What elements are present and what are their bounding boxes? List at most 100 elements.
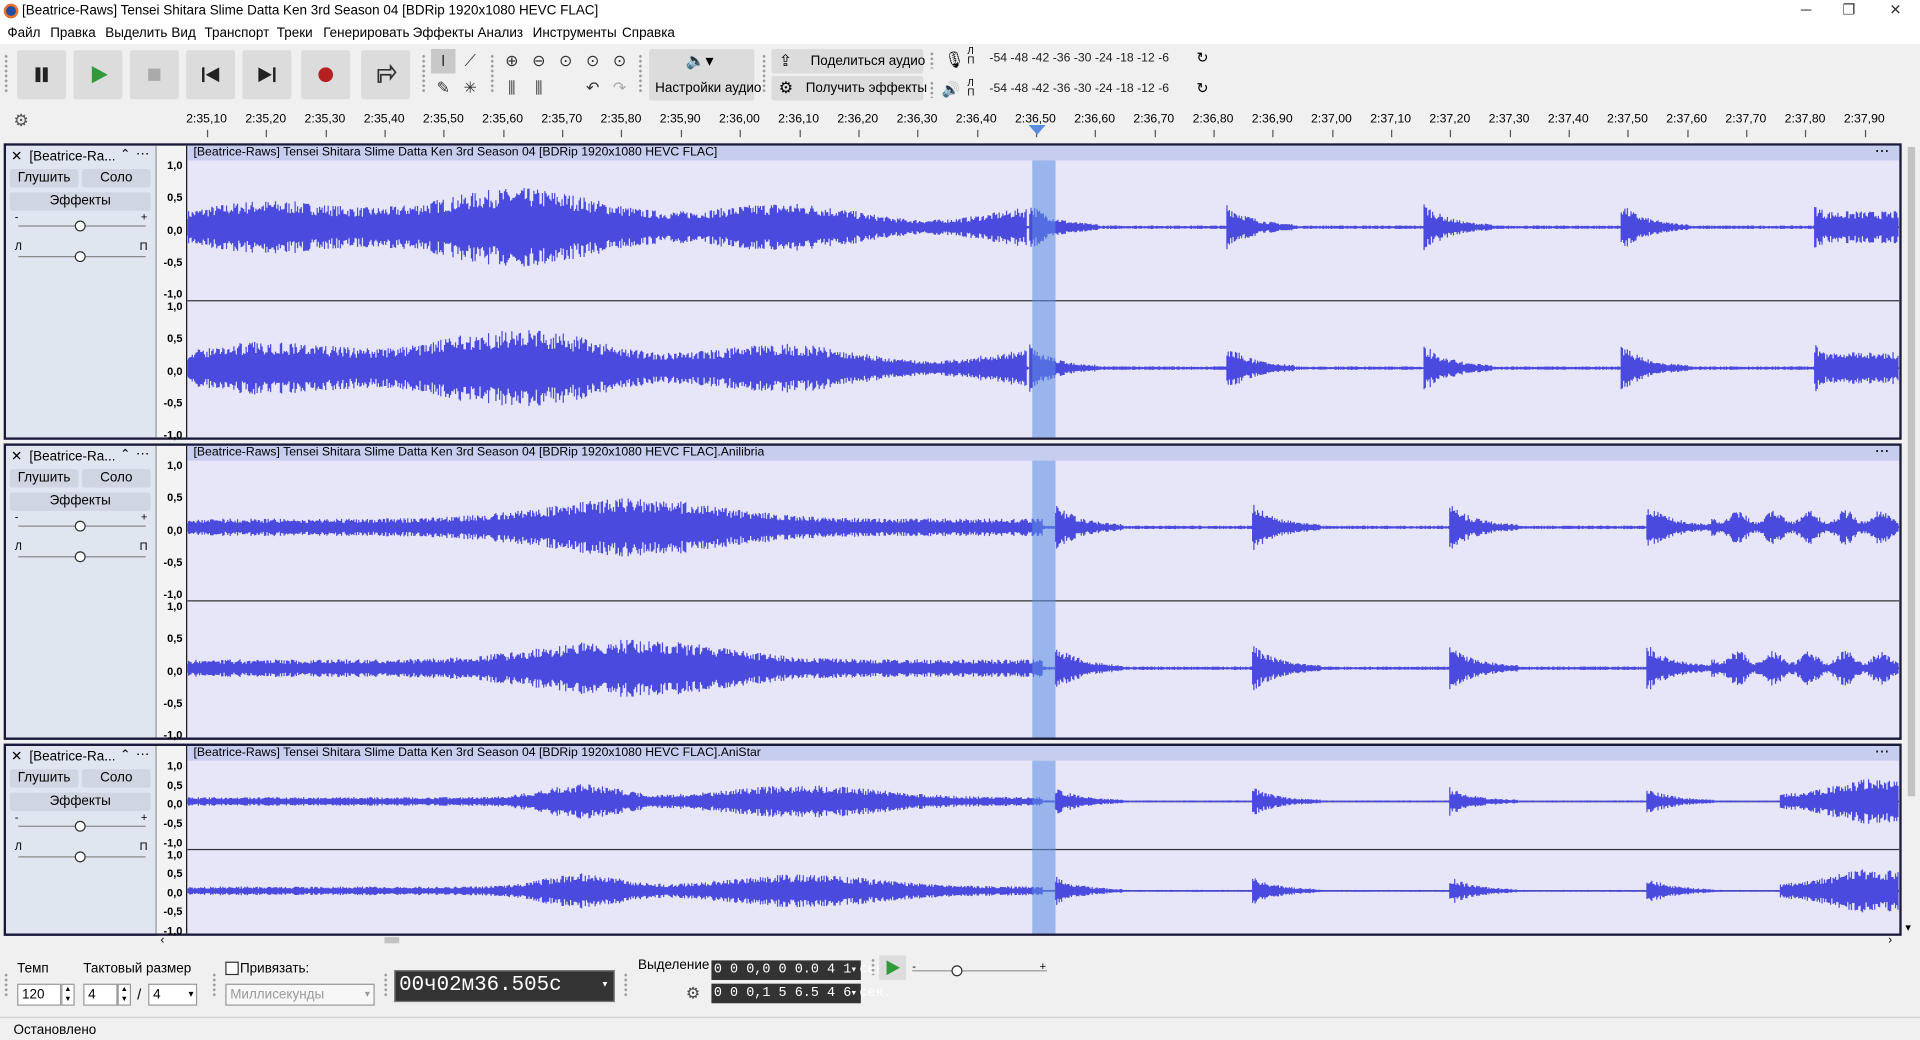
track-menu-icon[interactable]: ⋯ <box>136 746 149 762</box>
share-grip[interactable] <box>761 53 767 94</box>
close-track-icon[interactable]: ✕ <box>11 148 22 164</box>
play-meter-reset-icon[interactable]: ↻ <box>1196 80 1208 97</box>
amplitude-ruler[interactable]: 1,0 0,5 0,0 -0,5 -1,0 1,0 0,5 0,0 -0,5 -1,0 <box>156 746 188 937</box>
track-control-panel[interactable]: ✕ [Beatrice-Ra... ⌃ ⋯ Глушить Соло Эффек… <box>6 145 157 438</box>
gain-slider-thumb[interactable] <box>74 820 86 832</box>
mute-button[interactable]: Глушить <box>9 769 79 788</box>
multi-tool-icon[interactable]: ✳ <box>458 76 482 101</box>
get-effects-button[interactable]: ⚙ Получить эффекты <box>771 75 927 101</box>
speed-slider-track[interactable] <box>912 970 1047 972</box>
clip-title[interactable]: [Beatrice-Raws] Tensei Shitara Slime Dat… <box>187 445 1900 461</box>
solo-button[interactable]: Соло <box>82 769 151 788</box>
audio-clip[interactable]: [Beatrice-Raws] Tensei Shitara Slime Dat… <box>187 445 1900 738</box>
collapse-track-icon[interactable]: ⌃ <box>120 148 130 161</box>
snap-checkbox[interactable] <box>225 961 239 976</box>
envelope-tool-icon[interactable]: ⟋ <box>458 49 482 74</box>
selection-region[interactable] <box>1032 760 1056 934</box>
menu-tools[interactable]: Инструменты <box>533 26 617 41</box>
close-track-icon[interactable]: ✕ <box>11 448 22 465</box>
share-audio-button[interactable]: ⇪ Поделиться аудио <box>771 49 925 74</box>
playhead-marker[interactable] <box>1028 124 1046 135</box>
microphone-icon[interactable]: 🎙 <box>944 50 964 70</box>
tempo-grip[interactable] <box>3 972 9 998</box>
zoom-out-icon[interactable]: ⊖ <box>527 49 551 74</box>
close-track-icon[interactable]: ✕ <box>11 748 22 765</box>
selection-start-field[interactable]: 0 0 0,0 0 0.0 4 1 сек. ▾ <box>711 960 892 980</box>
track-name[interactable]: [Beatrice-Ra... <box>29 149 115 164</box>
clip-menu-icon[interactable]: ⋯ <box>1875 446 1890 459</box>
tempo-stepper-icon[interactable]: ▲ ▼ <box>61 983 75 1006</box>
clip-title[interactable]: [Beatrice-Raws] Tensei Shitara Slime Dat… <box>187 145 1900 161</box>
track-menu-icon[interactable]: ⋯ <box>136 146 149 162</box>
selection-region[interactable] <box>1032 460 1056 738</box>
maximize-button[interactable]: ❐ <box>1828 0 1870 23</box>
scroll-down-icon[interactable]: ▾ <box>1905 921 1911 934</box>
tempo-input[interactable]: 120 <box>17 983 62 1006</box>
play-at-speed-grip[interactable] <box>870 957 876 976</box>
play-meter-scale[interactable]: -54 -48 -42 -36 -30 -24 -18 -12 -6 <box>989 82 1169 95</box>
vertical-scrollbar[interactable]: ▾ <box>1902 142 1920 936</box>
stop-button[interactable] <box>129 50 179 100</box>
clip-menu-icon[interactable]: ⋯ <box>1875 746 1890 759</box>
mute-button[interactable]: Глушить <box>9 169 79 188</box>
rec-meter-reset-icon[interactable]: ↻ <box>1196 49 1208 66</box>
pause-button[interactable] <box>17 50 67 100</box>
menu-help[interactable]: Справка <box>622 26 675 41</box>
snap-unit-select[interactable]: Миллисекунды ▾ <box>225 983 375 1006</box>
gain-slider-thumb[interactable] <box>74 220 86 232</box>
zoom-in-icon[interactable]: ⊕ <box>500 49 524 74</box>
play-at-speed-button[interactable] <box>879 955 907 980</box>
speed-slider-thumb[interactable] <box>951 965 963 977</box>
menu-file[interactable]: Файл <box>7 26 40 41</box>
selection-region[interactable] <box>1032 160 1056 438</box>
pan-slider-thumb[interactable] <box>74 851 86 863</box>
mute-button[interactable]: Глушить <box>9 469 79 488</box>
selection-grip[interactable] <box>623 972 629 998</box>
rec-meter-scale[interactable]: -54 -48 -42 -36 -30 -24 -18 -12 -6 <box>989 51 1169 64</box>
solo-button[interactable]: Соло <box>82 169 151 188</box>
track-name[interactable]: [Beatrice-Ra... <box>29 750 115 765</box>
pan-slider-thumb[interactable] <box>74 251 86 263</box>
rec-meter-grip[interactable] <box>929 51 935 69</box>
track-menu-icon[interactable]: ⋯ <box>136 446 149 462</box>
skip-start-button[interactable] <box>186 50 236 100</box>
play-meter-grip[interactable] <box>929 80 935 98</box>
amplitude-ruler[interactable]: 1,0 0,5 0,0 -0,5 -1,0 1,0 0,5 0,0 -0,5 -1,0 <box>156 145 188 441</box>
clip-title[interactable]: [Beatrice-Raws] Tensei Shitara Slime Dat… <box>187 746 1900 761</box>
track[interactable]: ✕ [Beatrice-Ra... ⌃ ⋯ Глушить Соло Эффек… <box>3 743 1902 937</box>
tools-grip[interactable] <box>421 53 427 94</box>
audio-settings-button[interactable]: 🔈▾ Настройки аудио <box>648 49 761 101</box>
audio-setup-grip[interactable] <box>637 53 643 94</box>
edit-grip[interactable] <box>489 53 495 94</box>
menu-view[interactable]: Вид <box>171 26 195 41</box>
zoom-toggle-icon[interactable]: ⊙ <box>607 49 631 74</box>
silence-icon[interactable]: ⫼ <box>527 76 551 101</box>
collapse-track-icon[interactable]: ⌃ <box>120 748 130 761</box>
meter-stepper-icon[interactable]: ▲ ▼ <box>117 983 132 1006</box>
snap-grip[interactable] <box>211 972 217 998</box>
fit-selection-icon[interactable]: ⊙ <box>553 49 577 74</box>
redo-icon[interactable]: ↷ <box>607 76 631 101</box>
track-name[interactable]: [Beatrice-Ra... <box>29 450 115 465</box>
speaker-meter-icon[interactable]: 🔊 <box>942 81 960 98</box>
minimize-button[interactable]: ─ <box>1785 0 1827 23</box>
effects-button[interactable]: Эффекты <box>9 192 151 211</box>
time-display[interactable]: 00ч02м36.505с ▾ <box>394 970 615 1003</box>
draw-tool-icon[interactable]: ✎ <box>431 76 455 101</box>
meter-denominator-select[interactable]: 4 ▾ <box>148 983 198 1006</box>
effects-button[interactable]: Эффекты <box>9 492 151 511</box>
pan-slider-thumb[interactable] <box>74 551 86 563</box>
menu-generate[interactable]: Генерировать <box>323 26 409 41</box>
menu-effects[interactable]: Эффекты <box>413 26 474 41</box>
track[interactable]: ✕ [Beatrice-Ra... ⌃ ⋯ Глушить Соло Эффек… <box>3 143 1902 441</box>
skip-end-button[interactable] <box>242 50 292 100</box>
menu-transport[interactable]: Транспорт <box>204 26 269 41</box>
meter-numerator-input[interactable]: 4 <box>83 983 118 1006</box>
vertical-scroll-thumb[interactable] <box>1907 147 1916 797</box>
audio-clip[interactable]: [Beatrice-Raws] Tensei Shitara Slime Dat… <box>187 746 1900 934</box>
time-format-chevron-icon[interactable]: ▾ <box>601 971 608 1000</box>
play-button[interactable] <box>73 50 123 100</box>
track-control-panel[interactable]: ✕ [Beatrice-Ra... ⌃ ⋯ Глушить Соло Эффек… <box>6 746 157 934</box>
menu-edit[interactable]: Правка <box>50 26 96 41</box>
track[interactable]: ✕ [Beatrice-Ra... ⌃ ⋯ Глушить Соло Эффек… <box>3 443 1902 741</box>
